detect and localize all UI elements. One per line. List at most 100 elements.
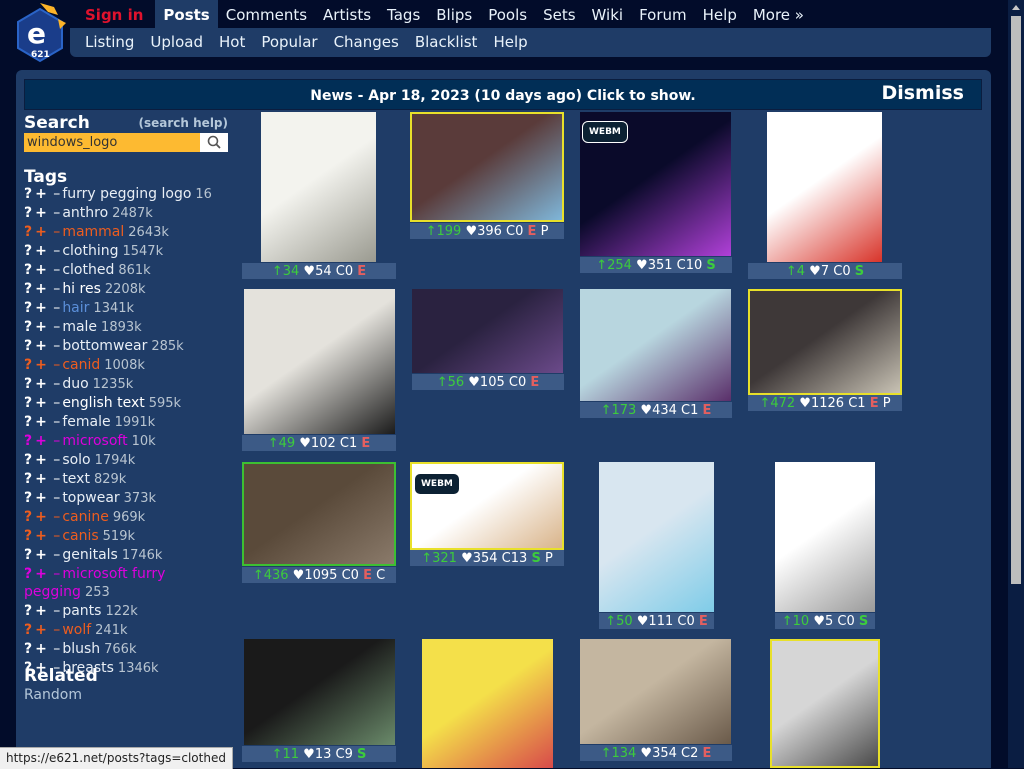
tag-wiki-link[interactable]: ? bbox=[24, 262, 32, 278]
tag-exclude-link[interactable]: – bbox=[49, 622, 60, 638]
tag-link[interactable]: mammal bbox=[62, 224, 124, 240]
tag-wiki-link[interactable]: ? bbox=[24, 641, 32, 657]
tag-add-link[interactable]: + bbox=[35, 186, 47, 202]
tag-exclude-link[interactable]: – bbox=[49, 243, 60, 259]
tag-link[interactable]: english text bbox=[62, 395, 144, 411]
tab-more[interactable]: More » bbox=[745, 0, 812, 28]
subnav-blacklist[interactable]: Blacklist bbox=[407, 28, 486, 57]
dismiss-news-button[interactable]: Dismiss bbox=[881, 80, 964, 107]
tag-add-link[interactable]: + bbox=[35, 395, 47, 411]
tag-add-link[interactable]: + bbox=[35, 509, 47, 525]
tab-forum[interactable]: Forum bbox=[631, 0, 695, 28]
post-preview-image[interactable] bbox=[767, 112, 882, 262]
post-preview-image[interactable]: WEBM bbox=[410, 462, 564, 550]
tag-exclude-link[interactable]: – bbox=[49, 471, 60, 487]
post-preview-image[interactable]: WEBM bbox=[580, 112, 731, 256]
subnav-upload[interactable]: Upload bbox=[142, 28, 211, 57]
tag-exclude-link[interactable]: – bbox=[49, 414, 60, 430]
tag-exclude-link[interactable]: – bbox=[49, 395, 60, 411]
post-preview-image[interactable] bbox=[770, 639, 880, 768]
tag-exclude-link[interactable]: – bbox=[49, 452, 60, 468]
tag-link[interactable]: bottomwear bbox=[62, 338, 147, 354]
tag-add-link[interactable]: + bbox=[35, 224, 47, 240]
tag-add-link[interactable]: + bbox=[35, 641, 47, 657]
tag-add-link[interactable]: + bbox=[35, 300, 47, 316]
tag-add-link[interactable]: + bbox=[35, 471, 47, 487]
tag-exclude-link[interactable]: – bbox=[49, 528, 60, 544]
tag-wiki-link[interactable]: ? bbox=[24, 566, 32, 582]
tag-exclude-link[interactable]: – bbox=[49, 205, 60, 221]
tag-add-link[interactable]: + bbox=[35, 281, 47, 297]
tag-add-link[interactable]: + bbox=[35, 243, 47, 259]
subnav-popular[interactable]: Popular bbox=[253, 28, 325, 57]
tag-add-link[interactable]: + bbox=[35, 376, 47, 392]
tag-exclude-link[interactable]: – bbox=[49, 186, 60, 202]
tag-link[interactable]: genitals bbox=[62, 547, 118, 563]
post-preview-image[interactable] bbox=[748, 289, 902, 395]
post-preview-image[interactable] bbox=[422, 639, 553, 768]
tag-link[interactable]: female bbox=[62, 414, 110, 430]
tag-wiki-link[interactable]: ? bbox=[24, 433, 32, 449]
tag-wiki-link[interactable]: ? bbox=[24, 376, 32, 392]
post-preview-image[interactable] bbox=[244, 639, 395, 745]
subnav-listing[interactable]: Listing bbox=[77, 28, 142, 57]
search-help-link[interactable]: (search help) bbox=[139, 116, 228, 130]
scrollbar-thumb[interactable] bbox=[1011, 16, 1021, 584]
tab-help[interactable]: Help bbox=[695, 0, 745, 28]
tag-link[interactable]: blush bbox=[62, 641, 100, 657]
tag-add-link[interactable]: + bbox=[35, 547, 47, 563]
tag-exclude-link[interactable]: – bbox=[49, 281, 60, 297]
tag-exclude-link[interactable]: – bbox=[49, 224, 60, 240]
tag-wiki-link[interactable]: ? bbox=[24, 243, 32, 259]
tag-add-link[interactable]: + bbox=[35, 490, 47, 506]
subnav-hot[interactable]: Hot bbox=[211, 28, 253, 57]
post-preview-image[interactable] bbox=[412, 289, 563, 373]
e621-logo[interactable]: e 621 bbox=[14, 3, 66, 63]
tag-wiki-link[interactable]: ? bbox=[24, 281, 32, 297]
tag-wiki-link[interactable]: ? bbox=[24, 395, 32, 411]
tag-link[interactable]: hi res bbox=[62, 281, 101, 297]
tag-add-link[interactable]: + bbox=[35, 566, 47, 582]
tab-wiki[interactable]: Wiki bbox=[584, 0, 632, 28]
post-preview-image[interactable] bbox=[261, 112, 376, 262]
tag-add-link[interactable]: + bbox=[35, 622, 47, 638]
tab-posts[interactable]: Posts bbox=[155, 0, 218, 28]
tag-wiki-link[interactable]: ? bbox=[24, 300, 32, 316]
tag-link[interactable]: pants bbox=[62, 603, 101, 619]
tag-add-link[interactable]: + bbox=[35, 528, 47, 544]
tab-artists[interactable]: Artists bbox=[315, 0, 379, 28]
tag-link[interactable]: male bbox=[62, 319, 97, 335]
tag-exclude-link[interactable]: – bbox=[49, 338, 60, 354]
tag-link[interactable]: microsoft bbox=[62, 433, 127, 449]
tag-add-link[interactable]: + bbox=[35, 433, 47, 449]
search-input[interactable] bbox=[24, 133, 200, 152]
subnav-help[interactable]: Help bbox=[485, 28, 535, 57]
tag-wiki-link[interactable]: ? bbox=[24, 509, 32, 525]
tag-link[interactable]: clothed bbox=[62, 262, 114, 278]
tag-exclude-link[interactable]: – bbox=[49, 357, 60, 373]
tag-exclude-link[interactable]: – bbox=[49, 641, 60, 657]
tag-link[interactable]: canine bbox=[62, 509, 109, 525]
tab-blips[interactable]: Blips bbox=[428, 0, 480, 28]
tag-add-link[interactable]: + bbox=[35, 338, 47, 354]
tag-wiki-link[interactable]: ? bbox=[24, 528, 32, 544]
tag-wiki-link[interactable]: ? bbox=[24, 357, 32, 373]
post-preview-image[interactable] bbox=[775, 462, 875, 612]
tag-add-link[interactable]: + bbox=[35, 262, 47, 278]
tag-wiki-link[interactable]: ? bbox=[24, 224, 32, 240]
tag-wiki-link[interactable]: ? bbox=[24, 452, 32, 468]
tab-tags[interactable]: Tags bbox=[379, 0, 428, 28]
tag-exclude-link[interactable]: – bbox=[49, 262, 60, 278]
tag-wiki-link[interactable]: ? bbox=[24, 338, 32, 354]
tag-link[interactable]: clothing bbox=[62, 243, 118, 259]
tag-exclude-link[interactable]: – bbox=[49, 300, 60, 316]
tag-exclude-link[interactable]: – bbox=[49, 509, 60, 525]
tag-wiki-link[interactable]: ? bbox=[24, 603, 32, 619]
tag-link[interactable]: topwear bbox=[62, 490, 119, 506]
tag-link[interactable]: canis bbox=[62, 528, 98, 544]
tag-wiki-link[interactable]: ? bbox=[24, 205, 32, 221]
tag-exclude-link[interactable]: – bbox=[49, 433, 60, 449]
tag-exclude-link[interactable]: – bbox=[49, 566, 60, 582]
sign-in-link[interactable]: Sign in bbox=[74, 0, 155, 28]
tag-wiki-link[interactable]: ? bbox=[24, 319, 32, 335]
